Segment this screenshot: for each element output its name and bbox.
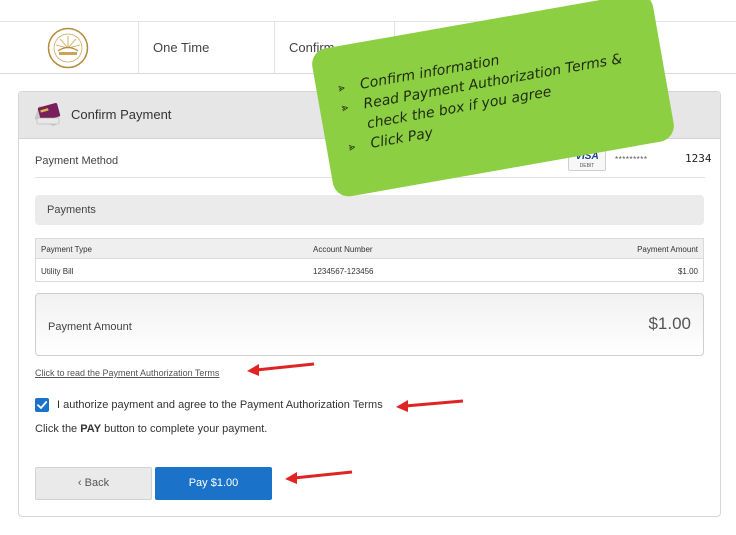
instruction-suffix: button to complete your payment. [101, 423, 268, 435]
row-payment-amount: $1.00 [677, 267, 698, 276]
panel-title: Confirm Payment [71, 107, 172, 122]
authorize-checkbox[interactable] [35, 398, 49, 412]
instruction-bold: PAY [80, 423, 102, 435]
bullet-icon: ⪢ [340, 100, 350, 115]
tab-one-time-payment[interactable]: One Time Payment [139, 22, 275, 107]
payment-terms-link[interactable]: Click to read the Payment Authorization … [35, 368, 219, 378]
row-account-number: 1234567-123456 [313, 267, 374, 276]
red-arrow-terms [247, 362, 315, 376]
red-arrow-checkbox [396, 399, 464, 412]
pay-instruction: Click the PAY button to complete your pa… [35, 423, 267, 435]
callout-list: ⪢ Confirm information ⪢ Read Payment Autho… [337, 29, 631, 157]
masked-card-number: ********* [615, 155, 648, 164]
col-payment-type: Payment Type [41, 245, 92, 254]
logo-cell [0, 22, 139, 74]
pay-button[interactable]: Pay $1.00 [155, 467, 272, 500]
col-payment-amount: Payment Amount [637, 245, 698, 254]
instruction-prefix: Click the [35, 423, 81, 435]
card-last4: 1234 [685, 152, 712, 165]
payment-amount-box: Payment Amount $1.00 [35, 293, 704, 356]
authorize-label: I authorize payment and agree to the Pay… [57, 399, 383, 411]
payment-amount-label: Payment Amount [48, 321, 132, 333]
payments-section-header: Payments [35, 195, 704, 225]
payment-amount-value: $1.00 [648, 314, 691, 333]
payments-header-label: Payments [47, 204, 96, 216]
checkmark-icon [37, 401, 48, 409]
bullet-icon: ⪢ [337, 80, 346, 95]
row-payment-type: Utility Bill [41, 267, 74, 276]
card-type: DEBIT [579, 163, 595, 169]
payment-method-label: Payment Method [35, 155, 119, 167]
aurora-logo[interactable] [47, 27, 89, 69]
back-button[interactable]: ‹ Back [35, 467, 152, 500]
bullet-icon: ⪢ [347, 139, 357, 154]
payments-table: Payment Type Account Number Payment Amou… [35, 238, 704, 282]
col-account-number: Account Number [313, 245, 373, 254]
red-arrow-pay [285, 470, 353, 484]
credit-card-icon [34, 102, 61, 126]
table-header: Payment Type Account Number Payment Amou… [36, 239, 703, 259]
